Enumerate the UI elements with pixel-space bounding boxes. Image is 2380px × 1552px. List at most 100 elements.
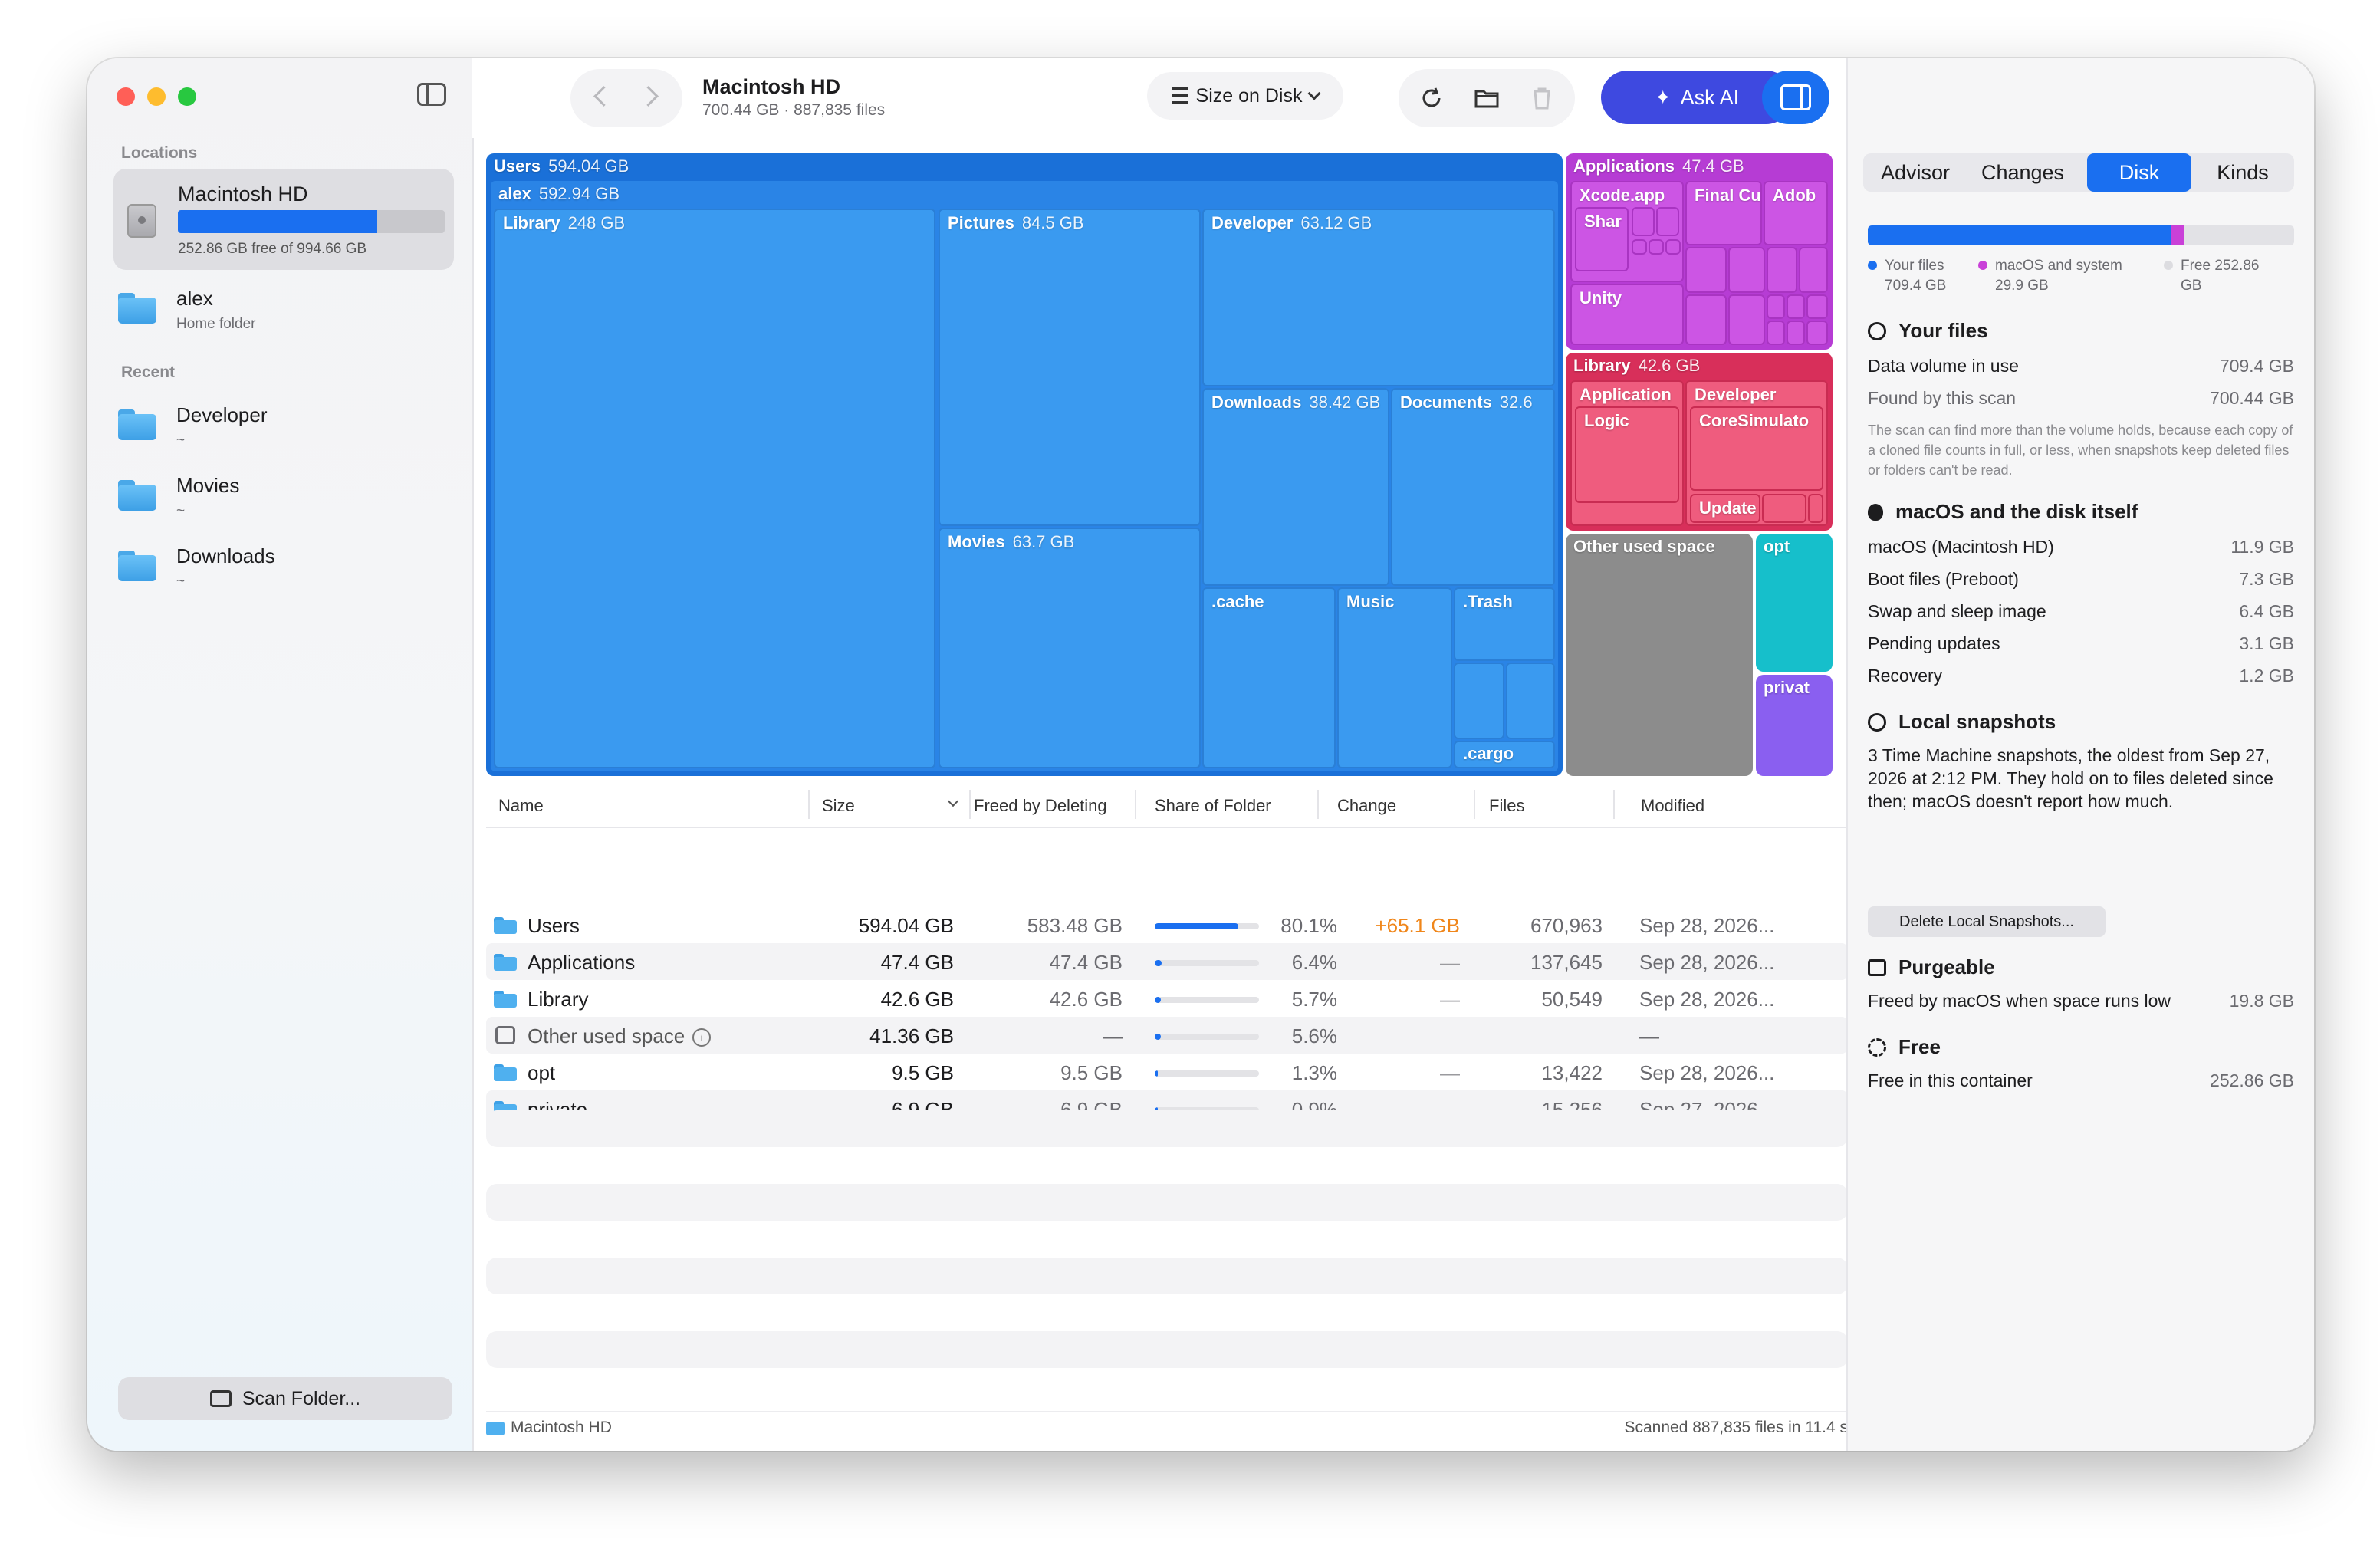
size-mode-dropdown[interactable]: Size on Disk <box>1147 72 1343 120</box>
treemap-tile-small[interactable] <box>1806 321 1828 345</box>
row-name: Users <box>528 914 580 937</box>
treemap-tile-adobe[interactable]: Adob <box>1764 181 1828 245</box>
sidebar-item-recent[interactable]: Movies ~ <box>118 474 455 535</box>
tile-label: Developer 63.12 GB <box>1211 213 1372 232</box>
treemap-tile-small[interactable] <box>1728 294 1765 345</box>
close-window-button[interactable] <box>117 87 135 106</box>
trash-icon[interactable] <box>1529 86 1555 110</box>
folder-plus-icon <box>209 1390 232 1407</box>
delete-local-snapshots-button[interactable]: Delete Local Snapshots... <box>1868 906 2106 937</box>
data-volume-row: Data volume in use 709.4 GB <box>1868 356 2294 376</box>
treemap-tile-small[interactable] <box>1762 494 1806 523</box>
treemap-tile-unity[interactable]: Unity <box>1570 284 1684 345</box>
treemap-tile-movies[interactable]: Movies 63.7 GB <box>939 528 1201 768</box>
treemap-tile-small[interactable] <box>1767 247 1797 293</box>
treemap-tile-update[interactable]: Update <box>1690 494 1760 523</box>
row-files: 670,963 <box>1530 914 1603 937</box>
ask-ai-label: Ask AI <box>1680 85 1740 109</box>
refresh-icon[interactable] <box>1418 86 1445 110</box>
row-share-bar <box>1155 997 1259 1003</box>
row-change: — <box>1440 1061 1460 1084</box>
table-row[interactable]: opt 9.5 GB 9.5 GB 1.3% — 13,422 Sep 28, 2026..… <box>486 1054 1848 1090</box>
table-row[interactable]: Applications 47.4 GB 47.4 GB 6.4% — 137,645 Se… <box>486 943 1848 980</box>
row-name: Other used space i <box>528 1024 712 1048</box>
treemap-tile-small[interactable] <box>1787 294 1805 319</box>
minimize-window-button[interactable] <box>147 87 166 106</box>
treemap-tile-trash[interactable]: .Trash <box>1454 587 1555 661</box>
treemap-tile-logic[interactable]: Logic <box>1575 406 1679 503</box>
treemap-tile-small[interactable] <box>1632 239 1647 255</box>
treemap-tile-cargo[interactable]: .cargo <box>1454 741 1555 768</box>
table-row[interactable]: Users 594.04 GB 583.48 GB 80.1% +65.1 GB 670,… <box>486 906 1848 943</box>
treemap-tile-other-used-space[interactable]: Other used space <box>1566 534 1753 776</box>
sidebar-item-recent[interactable]: Downloads ~ <box>118 544 455 606</box>
treemap-tile-small[interactable] <box>1787 321 1805 345</box>
reveal-folder-icon[interactable] <box>1474 86 1500 110</box>
info-icon[interactable]: i <box>692 1028 712 1047</box>
treemap-tile-small[interactable] <box>1656 207 1679 236</box>
treemap-tile-shar[interactable]: Shar <box>1575 207 1629 271</box>
treemap-tile-coresimulator[interactable]: CoreSimulato <box>1690 406 1823 491</box>
row-files: 13,422 <box>1541 1061 1603 1084</box>
row-share-fill <box>1155 1034 1161 1040</box>
column-header-name[interactable]: Name <box>498 796 544 816</box>
toggle-inspector-button[interactable] <box>1762 71 1829 124</box>
locations-heading: Locations <box>121 144 198 162</box>
treemap-tile-pictures[interactable]: Pictures 84.5 GB <box>939 209 1201 526</box>
treemap-tile-small[interactable] <box>1506 663 1555 739</box>
tile-label: Final Cu <box>1695 186 1761 205</box>
treemap-tile-small[interactable] <box>1767 294 1785 319</box>
treemap-tile-cache[interactable]: .cache <box>1202 587 1336 768</box>
treemap-tile-downloads[interactable]: Downloads 38.42 GB <box>1202 388 1389 586</box>
sidebar-item-macintosh-hd[interactable]: Macintosh HD 252.86 GB free of 994.66 GB <box>113 169 454 270</box>
treemap-tile-small[interactable] <box>1799 247 1828 293</box>
scan-folder-label: Scan Folder... <box>242 1387 361 1409</box>
treemap-tile-developer[interactable]: Developer 63.12 GB <box>1202 209 1555 386</box>
treemap-tile-small[interactable] <box>1728 247 1765 293</box>
forward-chevron-icon[interactable] <box>638 86 659 107</box>
back-chevron-icon[interactable] <box>593 86 614 107</box>
treemap-tile-final-cut[interactable]: Final Cu <box>1685 181 1762 245</box>
treemap-tile-private[interactable]: privat <box>1756 675 1833 776</box>
scan-folder-button[interactable]: Scan Folder... <box>118 1377 452 1420</box>
sidebar-item-home[interactable]: alex Home folder <box>118 287 455 348</box>
sidebar-toggle-icon[interactable] <box>417 83 446 106</box>
sidebar-item-recent[interactable]: Developer ~ <box>118 403 455 465</box>
treemap-tile-small[interactable] <box>1649 239 1664 255</box>
row-size: 9.5 GB <box>892 1061 954 1084</box>
treemap-tile-small[interactable] <box>1808 494 1823 523</box>
tab-kinds[interactable]: Kinds <box>2191 153 2294 192</box>
treemap-tile-small[interactable] <box>1665 239 1681 255</box>
tab-changes[interactable]: Changes <box>1971 153 2075 192</box>
column-header-share[interactable]: Share of Folder <box>1155 796 1271 816</box>
recent-heading: Recent <box>121 363 176 381</box>
treemap-tile-music[interactable]: Music <box>1337 587 1452 768</box>
column-header-freed[interactable]: Freed by Deleting <box>974 796 1107 816</box>
row-freed: 583.48 GB <box>1027 914 1123 937</box>
treemap-tile-small[interactable] <box>1685 294 1727 345</box>
column-header-files[interactable]: Files <box>1489 796 1524 816</box>
empty-row <box>486 1184 1848 1221</box>
treemap-tile-small[interactable] <box>1685 247 1727 293</box>
treemap-tile-small[interactable] <box>1806 294 1828 319</box>
treemap-tile-small[interactable] <box>1632 207 1655 236</box>
treemap-tile-small[interactable] <box>1454 663 1504 739</box>
treemap-tile-library-user[interactable]: Library 248 GB <box>494 209 935 768</box>
tile-label: Documents 32.6 <box>1400 393 1533 412</box>
column-header-modified[interactable]: Modified <box>1641 796 1704 816</box>
treemap: Users 594.04 GB alex 592.94 GB Library 248 … <box>486 153 1848 776</box>
zoom-window-button[interactable] <box>178 87 196 106</box>
treemap-tile-documents[interactable]: Documents 32.6 <box>1391 388 1555 586</box>
table-row[interactable]: Library 42.6 GB 42.6 GB 5.7% — 50,549 Sep 28, … <box>486 980 1848 1017</box>
column-header-change[interactable]: Change <box>1337 796 1396 816</box>
column-header-size[interactable]: Size <box>822 796 855 816</box>
tab-advisor[interactable]: Advisor <box>1863 153 1967 192</box>
treemap-tile-small[interactable] <box>1767 321 1785 345</box>
table-row[interactable]: Other used space i 41.36 GB — 5.6% — <box>486 1017 1848 1054</box>
tab-disk[interactable]: Disk <box>2087 153 2191 192</box>
row-name: Applications <box>528 951 636 974</box>
row-share: 5.6% <box>1291 1024 1337 1047</box>
macos-usage-row: Pending updates 3.1 GB <box>1868 633 2294 653</box>
treemap-tile-opt[interactable]: opt <box>1756 534 1833 672</box>
table-header: Name Size Freed by Deleting Share of Fol… <box>486 782 1848 828</box>
